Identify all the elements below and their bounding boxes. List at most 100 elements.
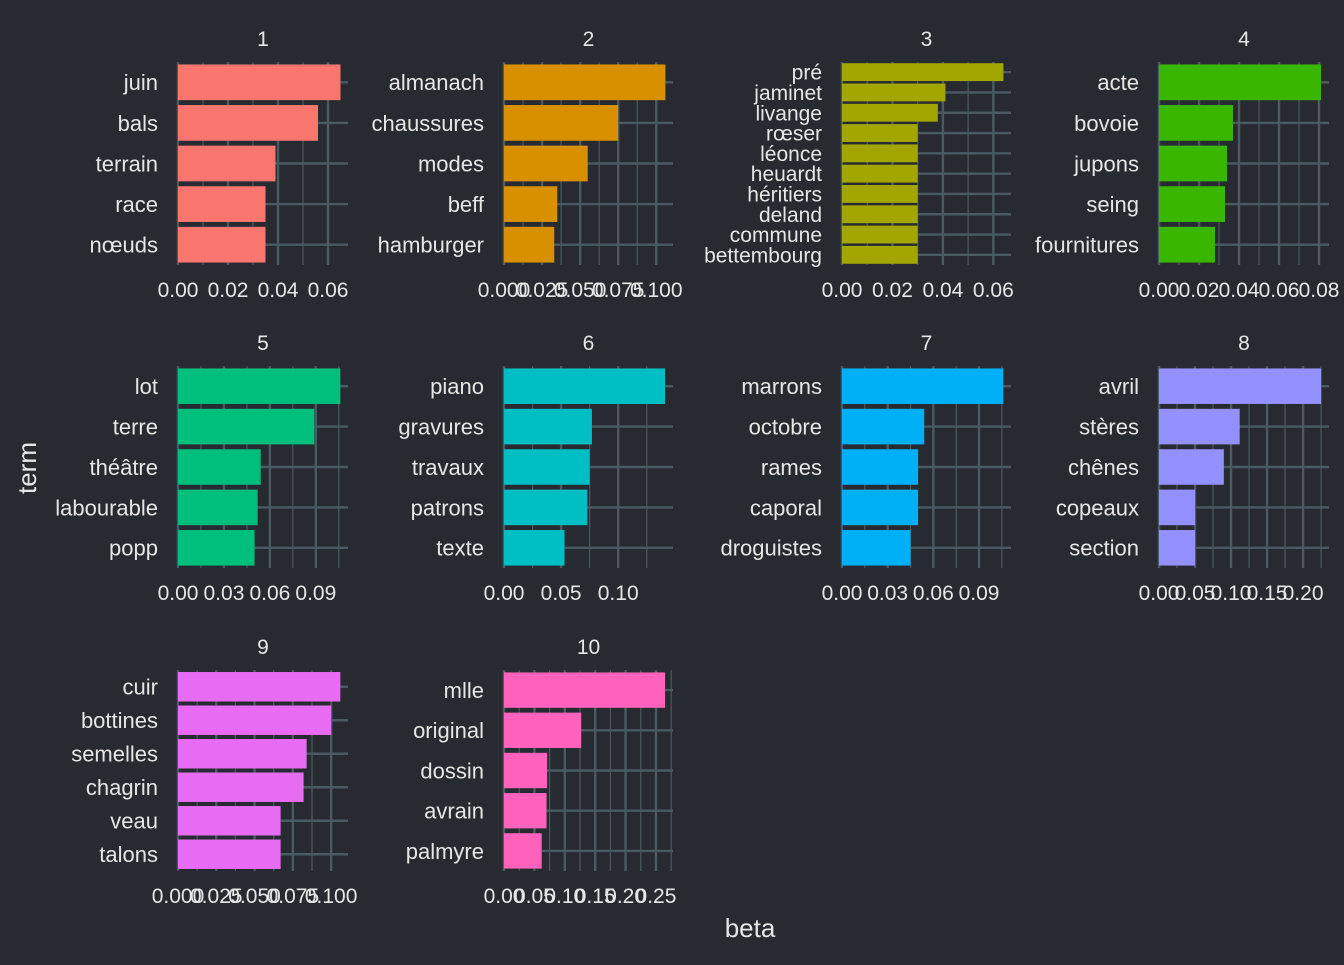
panel-title: 8 [1238, 332, 1250, 355]
bar-marrons [842, 368, 1004, 404]
x-tick-label: 0.09 [295, 582, 336, 605]
bar-talons [178, 839, 281, 869]
x-tick-label: 0.00 [158, 279, 199, 302]
panel-title: 1 [257, 28, 269, 51]
category-label: cuir [123, 675, 158, 700]
y-axis-title: term [12, 442, 42, 494]
facet-panel-10: 10mlleoriginaldossinavrainpalmyre0.000.0… [406, 636, 677, 908]
x-tick-label: 0.06 [249, 582, 290, 605]
bar-avrain [504, 793, 547, 829]
category-label: copeaux [1056, 495, 1139, 520]
category-label: dossin [420, 758, 484, 783]
x-tick-label: 0.25 [636, 885, 677, 908]
bar-fournitures [1159, 226, 1215, 263]
facet-panel-8: 8 avril stères chênes copeaux section0.000.05… [1056, 332, 1329, 605]
category-label: beff [448, 192, 485, 217]
bar-beff [504, 186, 558, 222]
bar-octobre [842, 408, 925, 445]
x-tick-label: 0.05 [1175, 582, 1216, 605]
x-tick-label: 0.00 [822, 279, 863, 302]
category-label: chênes [1068, 455, 1139, 480]
x-tick-label: 0.10 [598, 582, 639, 605]
panel-title: 5 [257, 332, 269, 355]
x-tick-label: 0.02 [208, 279, 249, 302]
category-label: talons [99, 842, 158, 867]
category-label: original [413, 718, 484, 743]
facet-panel-7: 7marronsoctobreramescaporaldroguistes0.0… [720, 332, 1011, 605]
x-tick-label: 0.00 [1139, 582, 1180, 605]
category-label: nœuds [90, 233, 158, 258]
bar-modes [504, 145, 588, 182]
category-label: semelles [71, 742, 158, 767]
bar-nœuds [178, 226, 266, 263]
bar-rœser [842, 124, 918, 142]
bar-rames [842, 449, 919, 485]
x-tick-label: 0.00 [484, 582, 525, 605]
bar-bals [178, 105, 318, 141]
category-label: modes [418, 151, 484, 176]
category-label: hamburger [378, 233, 484, 258]
bar-almanach [504, 64, 666, 101]
category-label: popp [109, 536, 158, 561]
category-label: gravures [398, 415, 484, 440]
faceted-bar-chart: 1 juin bals terrain race nœuds 0.00 0.02 0.04 0.0… [0, 0, 1344, 960]
category-label: terre [113, 415, 158, 440]
bar-mlle [504, 672, 666, 708]
category-label: patrons [411, 495, 484, 520]
x-tick-label: 0.02 [1179, 279, 1220, 302]
bar-chênes [1159, 449, 1224, 485]
category-label: chagrin [86, 775, 158, 800]
bar-chaussures [504, 105, 619, 141]
bar-gravures [504, 408, 592, 445]
panel-title: 6 [583, 332, 595, 355]
x-tick-label: 0.06 [913, 582, 954, 605]
bar-labourable [178, 489, 258, 526]
bar-juin [178, 64, 341, 101]
bar-dossin [504, 752, 548, 789]
category-label: marrons [741, 374, 822, 399]
bar-jaminet [842, 83, 946, 102]
category-label: palmyre [406, 839, 484, 864]
bar-lot [178, 368, 341, 404]
category-label: lot [135, 374, 158, 399]
category-label: octobre [749, 415, 822, 440]
bar-semelles [178, 739, 307, 769]
category-label: bovoie [1074, 111, 1139, 136]
bar-race [178, 186, 266, 222]
bar-pré [842, 63, 1004, 82]
x-tick-label: 0.03 [204, 582, 245, 605]
x-tick-label: 0.15 [1247, 582, 1288, 605]
x-axis-title: beta [725, 913, 776, 943]
x-tick-label: 0.04 [922, 279, 963, 302]
bar-cuir [178, 672, 341, 702]
category-label: stères [1079, 415, 1139, 440]
bar-piano [504, 368, 666, 404]
category-label: jupons [1073, 151, 1139, 176]
panel-title: 10 [577, 636, 600, 659]
facet-panels: 1juinbalsterrainracenœuds0.00 0.02 0.04 0.0… [55, 28, 1339, 908]
x-tick-label: 0.02 [872, 279, 913, 302]
bar-heuardt [842, 164, 918, 183]
x-tick-label: 0.10 [1211, 582, 1252, 605]
facet-panel-5: 5lotterrethéâtrelabourablepopp0.00 0.03 0.… [55, 332, 348, 605]
facet-panel-3: 3préjaminetlivangerœserléonceheuardthéri… [704, 28, 1014, 302]
category-label: droguistes [720, 536, 822, 561]
x-tick-label: 0.00 [158, 582, 199, 605]
category-label: avrain [424, 799, 484, 824]
bar-caporal [842, 489, 919, 526]
category-label: seing [1086, 192, 1139, 217]
bar-avril [1159, 368, 1322, 404]
bar-terrain [178, 145, 276, 182]
x-tick-label: 0.08 [1299, 279, 1340, 302]
category-label: chaussures [371, 111, 484, 136]
bar-léonce [842, 144, 918, 163]
bar-bettembourg [842, 245, 918, 264]
x-tick-label: 0.20 [1283, 582, 1324, 605]
x-tick-label: 0.05 [541, 582, 582, 605]
bar-travaux [504, 449, 590, 485]
category-label: race [115, 192, 158, 217]
panel-title: 4 [1238, 28, 1250, 51]
bar-original [504, 712, 582, 748]
panel-title: 7 [921, 332, 933, 355]
category-label: terrain [96, 151, 158, 176]
